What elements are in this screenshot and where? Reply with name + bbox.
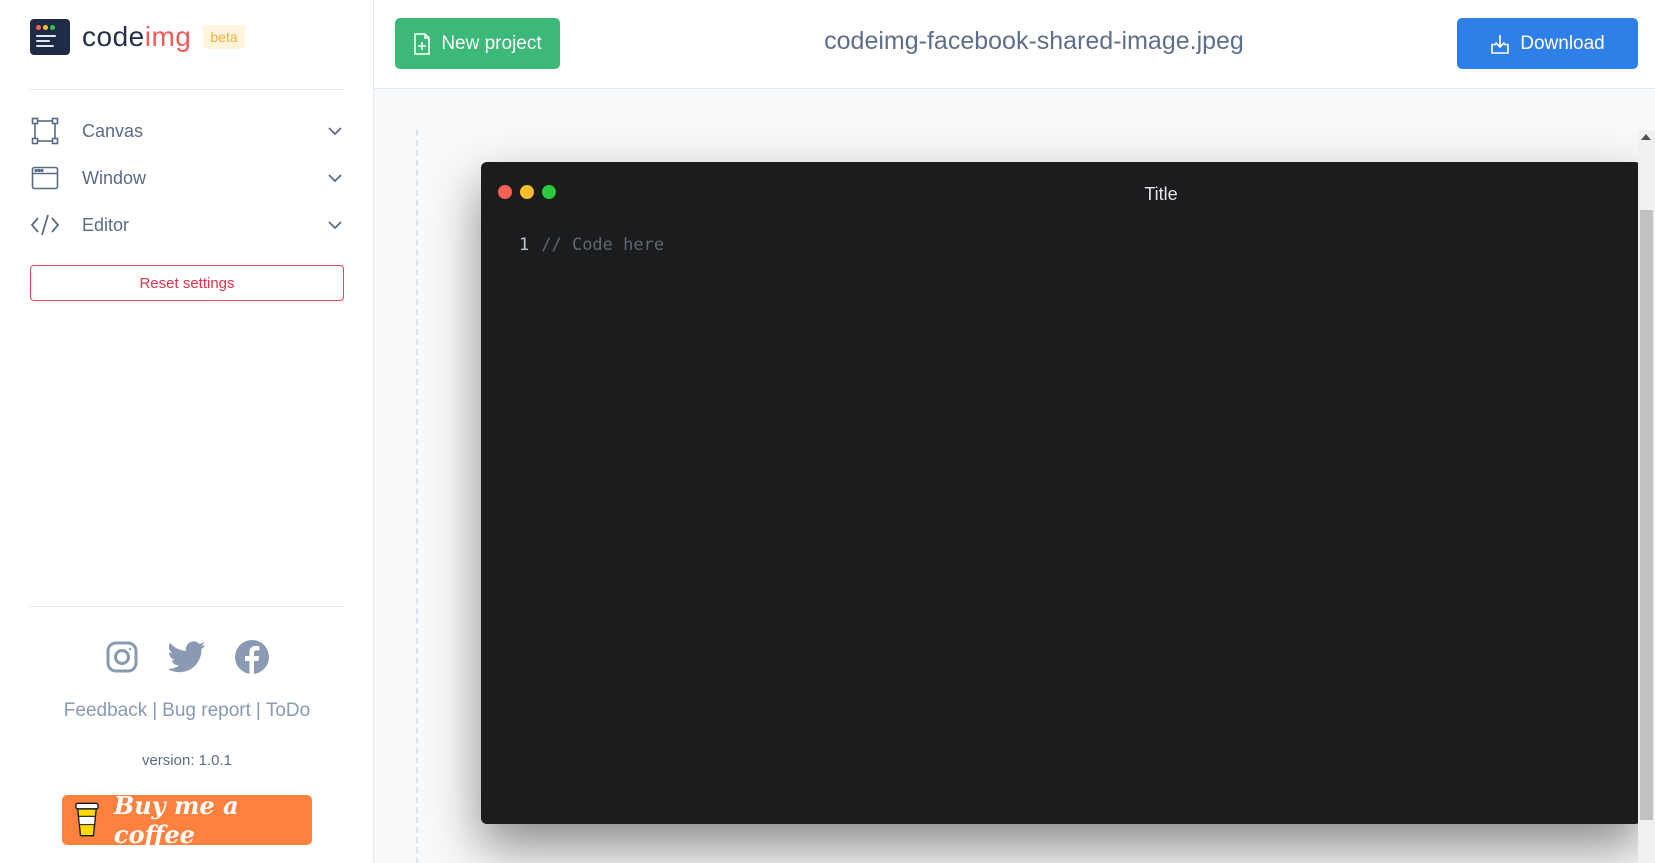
reset-settings-button[interactable]: Reset settings <box>30 265 344 301</box>
download-icon <box>1491 34 1510 54</box>
sidebar-divider <box>30 606 344 607</box>
new-file-icon <box>414 32 431 55</box>
buy-me-a-coffee-button[interactable]: Buy me a coffee <box>62 791 312 849</box>
todo-link[interactable]: ToDo <box>266 700 310 721</box>
canvas-frame-icon <box>30 116 60 146</box>
bug-report-link[interactable]: Bug report <box>162 700 251 721</box>
footer-links: Feedback | Bug report | ToDo <box>0 700 374 722</box>
codeimg-logo-icon <box>30 19 70 55</box>
coffee-cup-icon <box>75 802 99 837</box>
chevron-down-icon <box>326 122 344 140</box>
scroll-up-arrow-icon[interactable] <box>1641 134 1651 140</box>
twitter-icon[interactable] <box>168 638 206 676</box>
instagram-icon[interactable] <box>103 638 141 676</box>
window-icon <box>30 163 60 193</box>
brand-name-part1: code <box>82 21 145 52</box>
sidebar-item-label: Canvas <box>82 120 144 141</box>
facebook-icon[interactable] <box>233 638 271 676</box>
brand-name: codeimg <box>82 21 191 53</box>
sidebar-divider <box>30 89 344 90</box>
beta-badge: beta <box>203 25 245 49</box>
code-line[interactable]: 1 // Code here <box>519 235 664 255</box>
window-title[interactable]: Title <box>1081 184 1241 205</box>
link-separator: | <box>255 700 261 721</box>
sidebar: codeimg beta Canvas Window Editor Reset … <box>0 0 374 863</box>
feedback-link[interactable]: Feedback <box>64 700 147 721</box>
file-name[interactable]: codeimg-facebook-shared-image.jpeg <box>674 27 1394 56</box>
coffee-label: Buy me a coffee <box>113 791 239 849</box>
new-project-button[interactable]: New project <box>395 18 560 69</box>
top-bar: New project codeimg-facebook-shared-imag… <box>374 0 1655 89</box>
sidebar-item-window[interactable]: Window <box>30 161 344 195</box>
code-window: Title 1 // Code here <box>481 162 1641 824</box>
sidebar-item-canvas[interactable]: Canvas <box>30 114 344 148</box>
sidebar-item-label: Window <box>82 167 147 188</box>
brand-name-part2: img <box>144 21 192 52</box>
chevron-down-icon <box>326 216 344 234</box>
new-project-label: New project <box>441 32 542 54</box>
code-icon <box>30 210 60 240</box>
download-label: Download <box>1520 32 1605 54</box>
line-number: 1 <box>519 235 530 255</box>
maximize-dot-icon <box>542 185 556 199</box>
canvas-guide-line <box>416 130 418 863</box>
scrollbar-thumb[interactable] <box>1640 210 1653 820</box>
brand[interactable]: codeimg beta <box>30 19 245 55</box>
sidebar-item-label: Editor <box>82 214 130 235</box>
close-dot-icon <box>498 185 512 199</box>
social-links <box>0 638 374 676</box>
version-label: version: 1.0.1 <box>141 752 233 769</box>
download-button[interactable]: Download <box>1457 18 1638 69</box>
chevron-down-icon <box>326 169 344 187</box>
link-separator: | <box>152 700 158 721</box>
minimize-dot-icon <box>520 185 534 199</box>
sidebar-item-editor[interactable]: Editor <box>30 208 344 242</box>
code-text[interactable]: // Code here <box>541 235 664 255</box>
